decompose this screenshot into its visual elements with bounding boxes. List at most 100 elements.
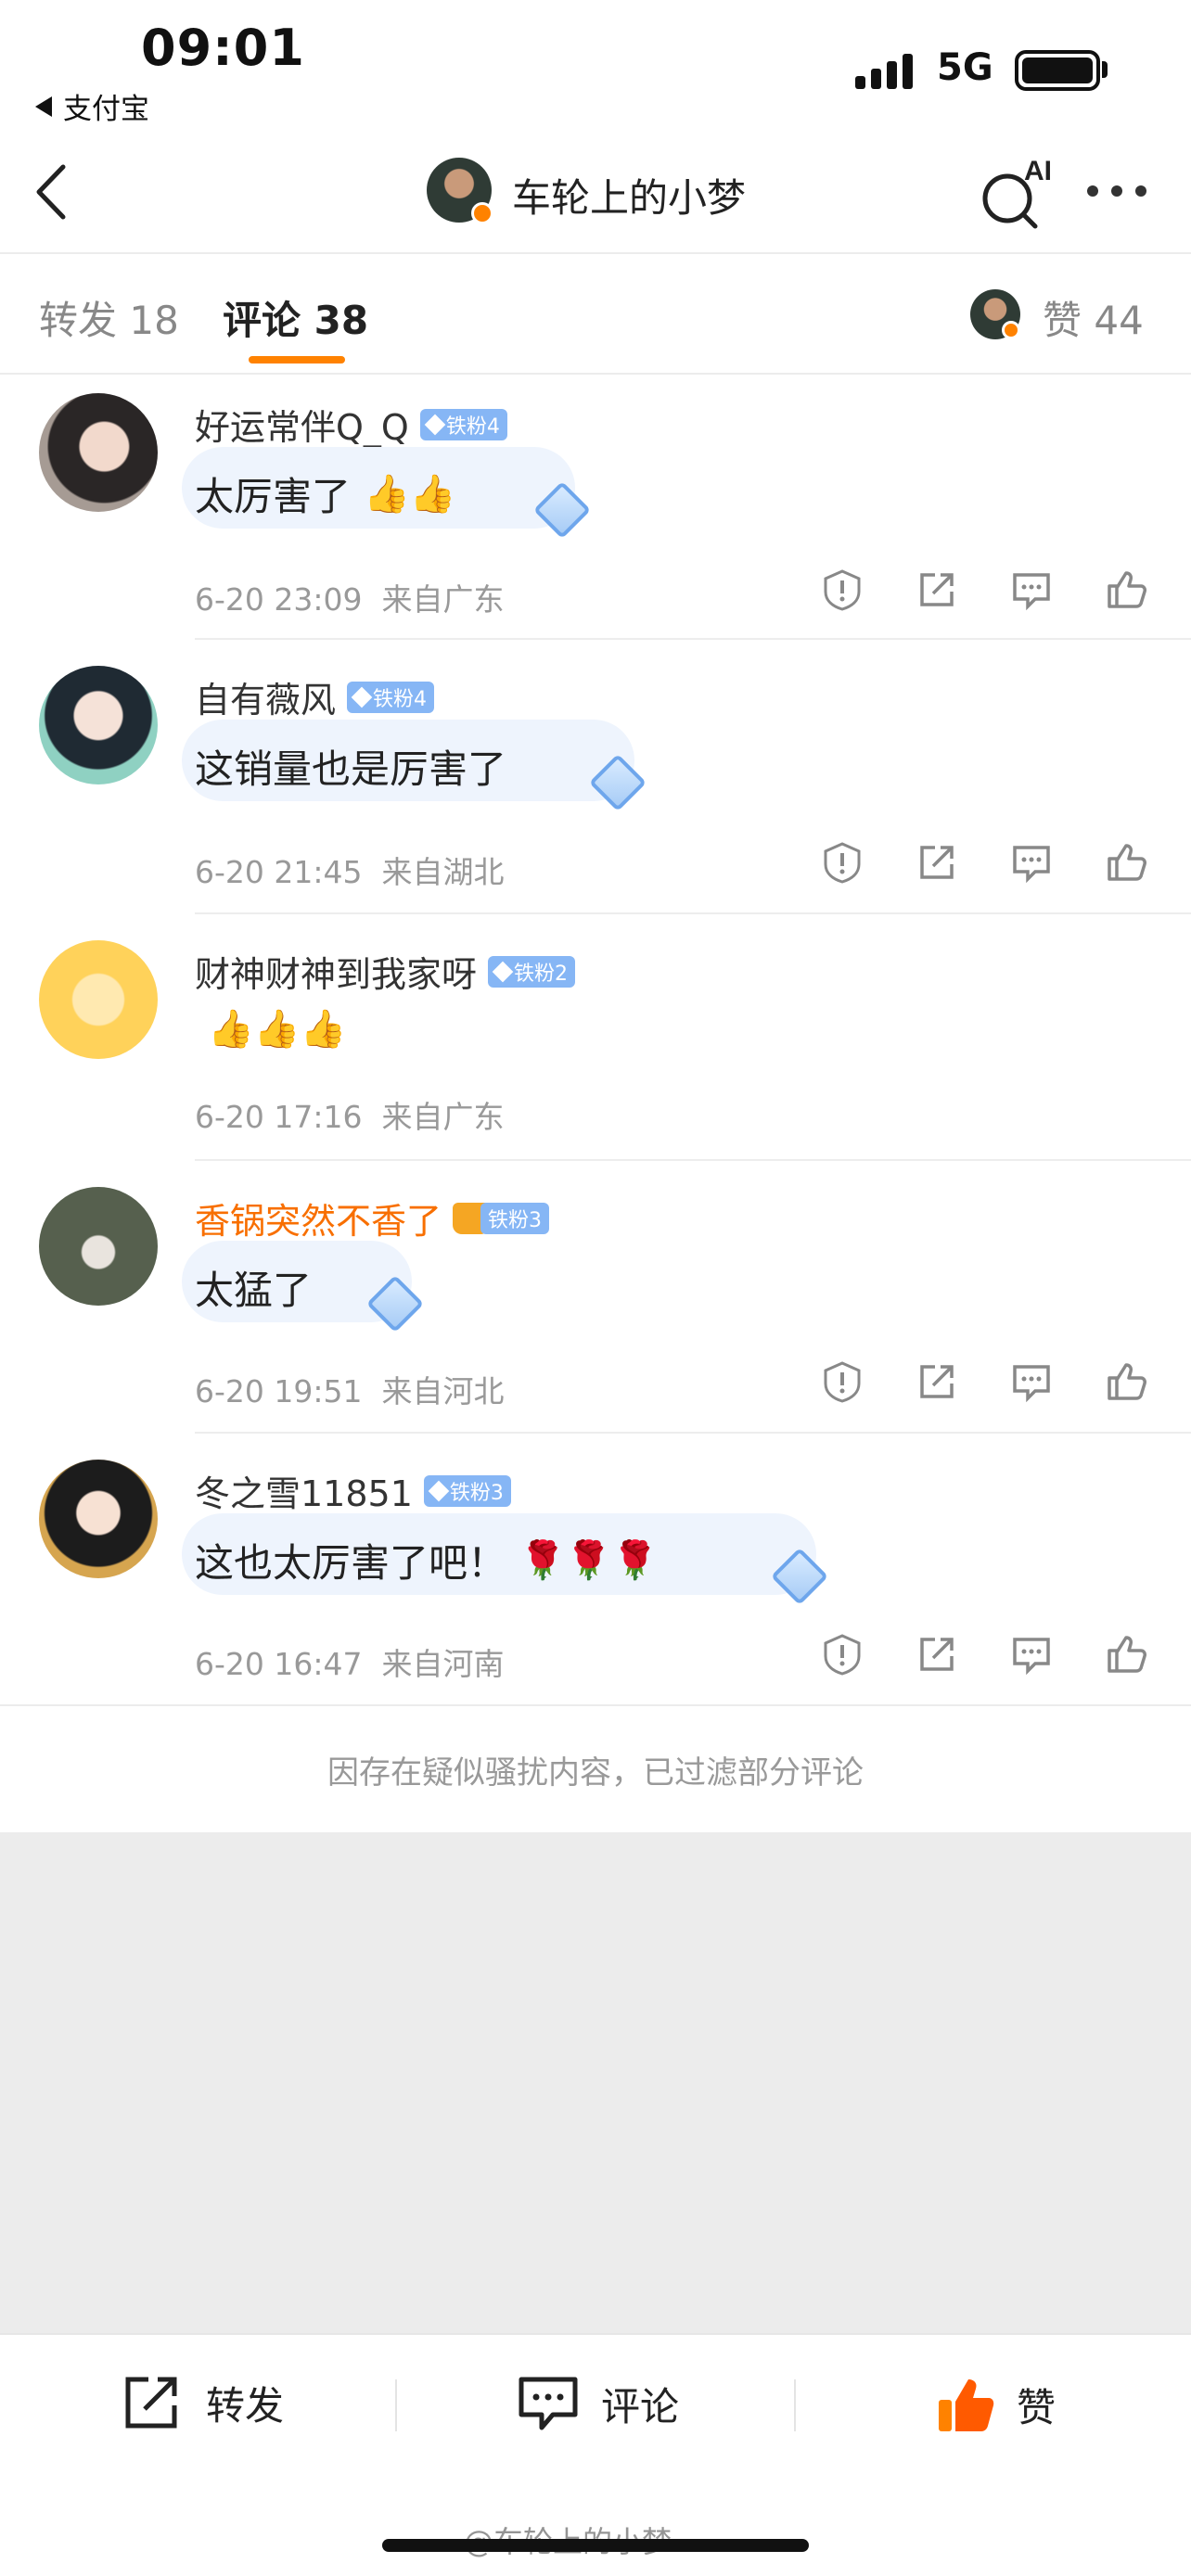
battery-icon xyxy=(1015,50,1100,91)
comment-location: 来自广东 xyxy=(381,581,505,618)
reply-icon[interactable] xyxy=(1009,1359,1054,1404)
comment-location: 来自湖北 xyxy=(381,854,505,890)
comment-body: 太厉害了 xyxy=(195,474,352,519)
filter-notice: 因存在疑似骚扰内容，已过滤部分评论 xyxy=(327,1754,864,1792)
report-icon[interactable] xyxy=(820,840,864,885)
comment-meta: 6-20 19:51 来自河北 xyxy=(195,1367,504,1411)
fan-badge: 铁粉4 xyxy=(347,681,435,713)
tab-likes[interactable]: 赞 44 xyxy=(1043,289,1144,346)
commenter-avatar[interactable] xyxy=(39,1460,158,1578)
fan-badge: 铁粉2 xyxy=(488,955,576,988)
nav-divider xyxy=(0,252,1191,254)
fan-badge-label: 铁粉2 xyxy=(514,962,569,986)
comment-text: 这销量也是厉害了 xyxy=(195,738,519,795)
comment-meta: 6-20 16:47 来自河南 xyxy=(195,1639,504,1684)
fan-badge-label: 铁粉4 xyxy=(445,414,500,439)
comment-username: 香锅突然不香了 xyxy=(195,1201,442,1242)
comment-text: 太厉害了 👍👍 xyxy=(195,465,456,522)
fan-badge: 铁粉4 xyxy=(419,408,507,440)
share-icon[interactable] xyxy=(915,1632,959,1677)
home-indicator[interactable] xyxy=(382,2539,809,2552)
empty-area xyxy=(0,1832,1191,2333)
commenter-avatar[interactable] xyxy=(39,1187,158,1306)
bottom-separator xyxy=(794,2379,796,2431)
fan-badge-label: 铁粉3 xyxy=(488,1208,543,1232)
tab-comments-label: 评论 xyxy=(223,298,301,343)
like-icon[interactable] xyxy=(1104,1359,1148,1404)
share-icon[interactable] xyxy=(915,1359,959,1404)
more-options-icon[interactable] xyxy=(1087,185,1146,197)
share-icon[interactable] xyxy=(915,567,959,612)
like-icon[interactable] xyxy=(1104,1632,1148,1677)
comment-time: 6-20 19:51 xyxy=(195,1373,363,1409)
fan-badge: 铁粉3 xyxy=(480,1202,550,1234)
tab-comments-count: 38 xyxy=(314,298,369,343)
tab-comments[interactable]: 评论 38 xyxy=(223,289,368,346)
repost-label: 转发 xyxy=(206,2382,285,2429)
diamond-icon xyxy=(424,414,446,435)
comment-button[interactable]: 评论 xyxy=(516,2374,679,2433)
comment-location: 来自广东 xyxy=(381,1099,505,1135)
liker-verified-badge-icon xyxy=(1002,321,1020,339)
comment-emojis: 👍👍👍 xyxy=(208,1008,347,1051)
comment-time: 6-20 21:45 xyxy=(195,854,363,890)
comment-user[interactable]: 冬之雪11851 铁粉3 xyxy=(195,1465,511,1516)
reply-icon[interactable] xyxy=(1009,567,1054,612)
signal-icon xyxy=(855,48,920,89)
fan-badge: 铁粉3 xyxy=(423,1474,511,1507)
comment-separator xyxy=(195,912,1191,914)
page-title[interactable]: 车轮上的小梦 xyxy=(512,167,746,223)
comment-username: 冬之雪11851 xyxy=(195,1473,413,1514)
report-icon[interactable] xyxy=(820,1359,864,1404)
tab-likes-count: 44 xyxy=(1094,298,1144,343)
comment-meta: 6-20 17:16 来自广东 xyxy=(195,1092,504,1137)
back-chevron-icon[interactable] xyxy=(30,159,76,224)
commenter-avatar[interactable] xyxy=(39,940,158,1059)
report-icon[interactable] xyxy=(820,567,864,612)
comment-username: 好运常伴Q_Q xyxy=(195,407,409,448)
comment-user[interactable]: 好运常伴Q_Q 铁粉4 xyxy=(195,399,507,450)
fan-badge-group: 铁粉3 xyxy=(453,1202,550,1234)
repost-button[interactable]: 转发 xyxy=(121,2374,284,2431)
tab-repost[interactable]: 转发 18 xyxy=(39,289,179,346)
fan-badge-label: 铁粉3 xyxy=(449,1481,504,1505)
comment-label: 评论 xyxy=(601,2383,680,2429)
diamond-icon xyxy=(492,961,514,982)
comment-text: 👍👍👍 xyxy=(195,1007,346,1051)
fan-badge-label: 铁粉4 xyxy=(373,687,428,711)
report-icon[interactable] xyxy=(820,1632,864,1677)
comment-username: 自有薇风 xyxy=(195,680,337,721)
comment-time: 6-20 17:16 xyxy=(195,1099,363,1135)
comment-separator xyxy=(195,638,1191,640)
ai-label: AI xyxy=(1024,156,1052,186)
network-type: 5G xyxy=(937,46,993,89)
back-to-app-link[interactable]: 支付宝 xyxy=(35,85,149,127)
reply-icon[interactable] xyxy=(1009,840,1054,885)
thumbs-up-icon xyxy=(939,2379,994,2431)
battery-tip-icon xyxy=(1102,61,1108,78)
like-icon[interactable] xyxy=(1104,567,1148,612)
commenter-avatar[interactable] xyxy=(39,393,158,512)
diamond-icon xyxy=(428,1480,450,1501)
tab-likes-label: 赞 xyxy=(1043,298,1082,343)
reply-icon[interactable] xyxy=(1009,1632,1054,1677)
commenter-avatar[interactable] xyxy=(39,666,158,784)
like-button[interactable]: 赞 xyxy=(935,2374,1056,2435)
comment-body: 这销量也是厉害了 xyxy=(195,746,507,792)
comment-text: 太猛了 xyxy=(195,1259,325,1316)
tab-repost-count: 18 xyxy=(129,298,179,343)
comment-body: 这也太厉害了吧！ xyxy=(195,1540,507,1586)
like-icon[interactable] xyxy=(1104,840,1148,885)
repost-icon xyxy=(125,2377,177,2429)
diamond-icon xyxy=(351,686,373,708)
comment-time: 6-20 23:09 xyxy=(195,581,363,618)
share-icon[interactable] xyxy=(915,840,959,885)
comment-user[interactable]: 财神财神到我家呀 铁粉2 xyxy=(195,946,576,997)
comment-user[interactable]: 香锅突然不香了 铁粉3 xyxy=(195,1192,550,1243)
comment-user[interactable]: 自有薇风 铁粉4 xyxy=(195,671,435,722)
comment-body: 太猛了 xyxy=(195,1268,313,1313)
ai-search-icon[interactable]: AI xyxy=(980,156,1054,230)
comment-username: 财神财神到我家呀 xyxy=(195,954,478,995)
active-tab-indicator xyxy=(249,356,345,363)
comment-emojis: 👍👍 xyxy=(364,473,456,516)
